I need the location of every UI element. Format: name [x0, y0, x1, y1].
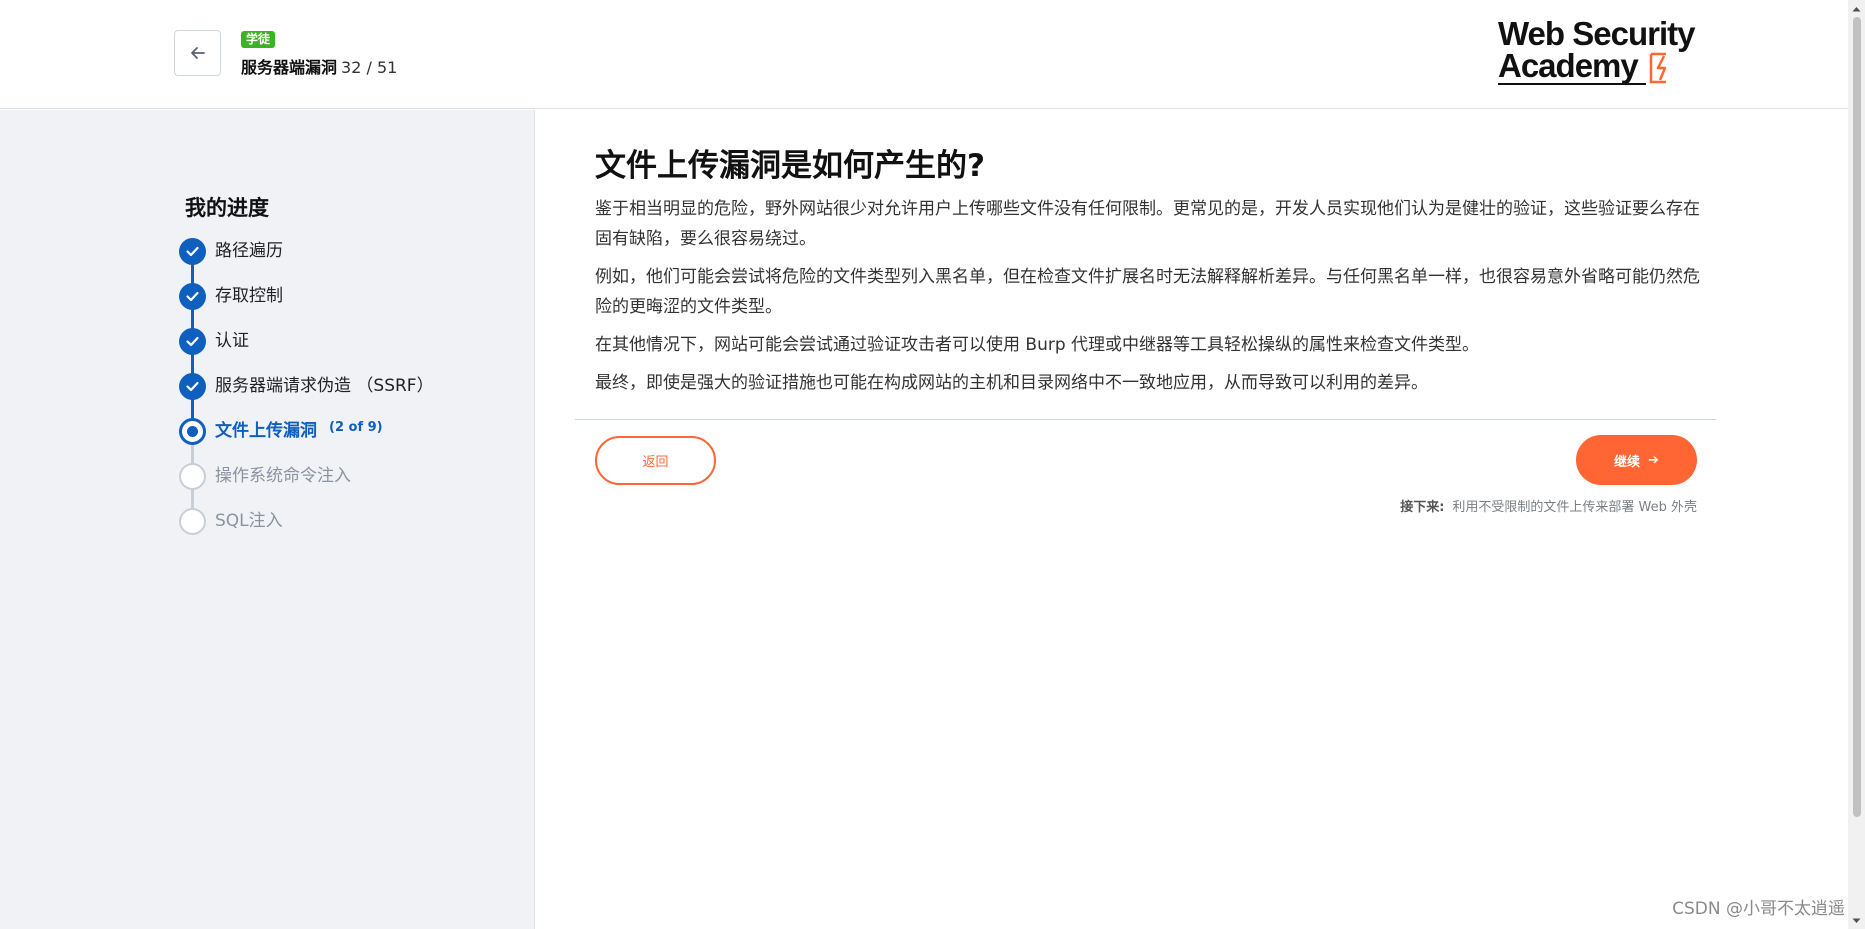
web-security-academy-logo[interactable]: Web Security Academy: [1498, 16, 1698, 90]
arrow-left-icon: [190, 47, 205, 59]
step-pending-indicator: [179, 508, 206, 535]
step-label: 认证: [215, 331, 249, 351]
step-pending-indicator: [179, 463, 206, 490]
lightning-bracket-icon: [1649, 52, 1667, 84]
content-paragraph: 例如，他们可能会尝试将危险的文件类型列入黑名单，但在检查文件扩展名时无法解释解析…: [595, 267, 1700, 317]
back-button[interactable]: 返回: [595, 436, 716, 485]
progress-step-sql-injection[interactable]: SQL注入: [179, 508, 519, 555]
step-label: 服务器端请求伪造 （SSRF）: [215, 376, 434, 396]
progress-step-ssrf[interactable]: 服务器端请求伪造 （SSRF）: [179, 373, 519, 423]
content-paragraph: 在其他情况下，网站可能会尝试通过验证攻击者可以使用 Burp 代理或中继器等工具…: [595, 335, 1480, 355]
progress-steps: 路径遍历 存取控制 认证 服务器端请求伪造 （SSRF） 文件上传漏洞 (2 o…: [179, 238, 519, 555]
progress-step-os-command-injection[interactable]: 操作系统命令注入: [179, 463, 519, 513]
main-content: 文件上传漏洞是如何产生的? 鉴于相当明显的危险，野外网站很少对允许用户上传哪些文…: [595, 146, 1700, 406]
next-prefix: 接下来:: [1400, 500, 1445, 515]
step-done-indicator: [179, 328, 206, 355]
vertical-scrollbar[interactable]: [1848, 0, 1865, 929]
topic-title: 服务器端漏洞: [241, 58, 338, 77]
page-heading: 文件上传漏洞是如何产生的?: [595, 148, 985, 184]
checkmark-icon: [186, 246, 199, 257]
step-label: 操作系统命令注入: [215, 466, 351, 486]
progress-step-path-traversal[interactable]: 路径遍历: [179, 238, 519, 288]
step-done-indicator: [179, 373, 206, 400]
step-done-indicator: [179, 283, 206, 310]
progress-step-file-upload[interactable]: 文件上传漏洞 (2 of 9): [179, 418, 519, 468]
topic-count: 32 / 51: [341, 58, 398, 77]
page: 学徒 服务器端漏洞 32 / 51 Web Security Academy 我的…: [0, 0, 1865, 929]
checkmark-icon: [186, 291, 199, 302]
next-topic-title: 利用不受限制的文件上传来部署 Web 外壳: [1452, 500, 1697, 515]
scroll-down-icon[interactable]: [1848, 912, 1865, 929]
back-arrow-button[interactable]: [174, 30, 221, 76]
step-label: 存取控制: [215, 286, 283, 306]
content-divider: [575, 419, 1716, 420]
continue-label: 继续: [1614, 454, 1641, 470]
checkmark-icon: [186, 381, 199, 392]
step-label: SQL注入: [215, 511, 283, 531]
scrollbar-thumb[interactable]: [1853, 17, 1861, 817]
continue-button[interactable]: 继续 ➔: [1576, 435, 1697, 485]
step-label-current: 文件上传漏洞: [215, 421, 317, 441]
step-done-indicator: [179, 238, 206, 265]
logo-underline: [1498, 83, 1646, 85]
step-label: 路径遍历: [215, 241, 283, 261]
step-sub-progress: (2 of 9): [329, 420, 383, 435]
top-bar: 学徒 服务器端漏洞 32 / 51 Web Security Academy: [0, 0, 1848, 109]
checkmark-icon: [186, 336, 199, 347]
progress-step-authentication[interactable]: 认证: [179, 328, 519, 378]
content-paragraph: 鉴于相当明显的危险，野外网站很少对允许用户上传哪些文件没有任何限制。更常见的是，…: [595, 199, 1700, 249]
progress-step-access-control[interactable]: 存取控制: [179, 283, 519, 333]
next-topic-hint[interactable]: 接下来: 利用不受限制的文件上传来部署 Web 外壳: [1400, 496, 1697, 515]
step-current-indicator: [179, 418, 206, 445]
logo-line2: Academy: [1498, 47, 1639, 84]
scroll-up-icon[interactable]: [1848, 0, 1865, 17]
content-paragraph: 最终，即使是强大的验证措施也可能在构成网站的主机和目录网络中不一致地应用，从而导…: [595, 373, 1428, 393]
csdn-watermark: CSDN @小哥不太逍遥: [1672, 899, 1845, 919]
level-badge: 学徒: [241, 31, 276, 48]
progress-title: 我的进度: [185, 196, 269, 220]
topic-progress: 服务器端漏洞 32 / 51: [241, 58, 397, 78]
progress-sidebar: 我的进度 路径遍历 存取控制 认证 服务器端请求伪造 （SSRF） 文件上传漏洞…: [0, 110, 535, 929]
arrow-right-icon: ➔: [1648, 452, 1659, 468]
